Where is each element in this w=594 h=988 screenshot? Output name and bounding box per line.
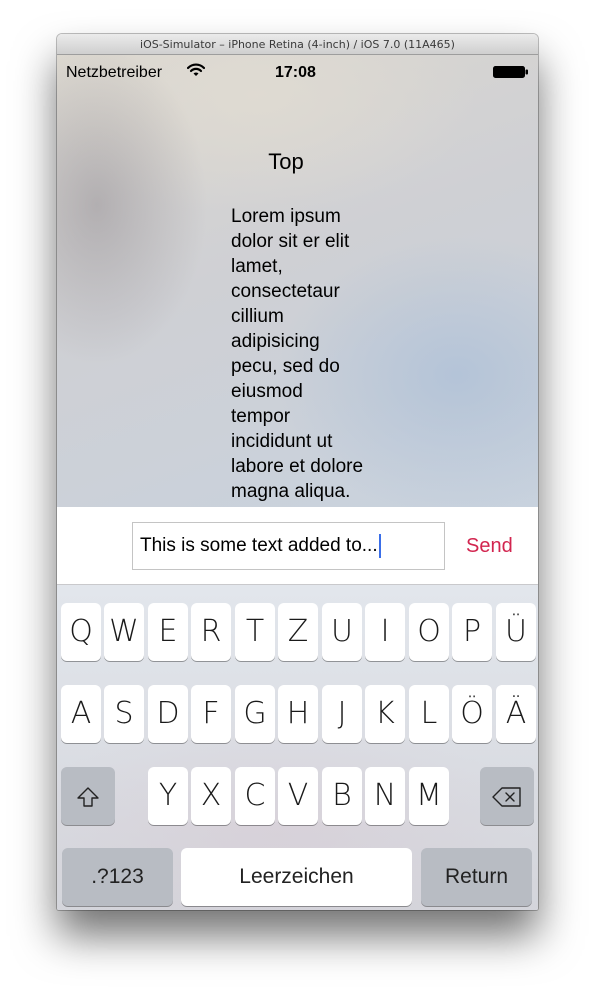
key-j[interactable]: J bbox=[322, 685, 362, 743]
key-g[interactable]: G bbox=[235, 685, 275, 743]
key-r[interactable]: R bbox=[191, 603, 231, 661]
key-k[interactable]: K bbox=[365, 685, 405, 743]
simulator-window: iOS-Simulator – iPhone Retina (4-inch) /… bbox=[57, 34, 538, 910]
key-h[interactable]: H bbox=[278, 685, 318, 743]
status-bar: Netzbetreiber 17:08 bbox=[57, 55, 538, 91]
body-line: lamet, bbox=[231, 256, 283, 277]
message-composer: This is some text added to... Send bbox=[57, 507, 538, 585]
body-line: Lorem ipsum bbox=[231, 206, 341, 227]
body-line: labore et dolore bbox=[231, 456, 364, 477]
return-key[interactable]: Return bbox=[421, 848, 532, 906]
shift-arrow-icon bbox=[77, 786, 99, 807]
key-u-umlaut[interactable]: Ü bbox=[496, 603, 536, 661]
body-line: consectetaur bbox=[231, 281, 340, 302]
key-v[interactable]: V bbox=[278, 767, 318, 825]
body-line: dolor sit er elit bbox=[231, 231, 350, 252]
window-title: iOS-Simulator – iPhone Retina (4-inch) /… bbox=[57, 34, 538, 55]
key-c[interactable]: C bbox=[235, 767, 275, 825]
key-y[interactable]: Y bbox=[148, 767, 188, 825]
battery-full-icon bbox=[493, 66, 528, 78]
backspace-icon bbox=[492, 786, 521, 807]
key-s[interactable]: S bbox=[104, 685, 144, 743]
key-d[interactable]: D bbox=[148, 685, 188, 743]
numbers-key[interactable]: .?123 bbox=[62, 848, 173, 906]
carrier-label: Netzbetreiber bbox=[66, 64, 163, 81]
message-input[interactable]: This is some text added to... bbox=[132, 522, 445, 570]
key-o-umlaut[interactable]: Ö bbox=[452, 685, 492, 743]
key-a-umlaut[interactable]: Ä bbox=[496, 685, 536, 743]
content-area: Netzbetreiber 17:08 Top Lorem ipsum dolo… bbox=[57, 55, 538, 507]
page-title: Top bbox=[268, 149, 304, 174]
message-input-text: This is some text added to... bbox=[140, 535, 378, 556]
key-u[interactable]: U bbox=[322, 603, 362, 661]
key-n[interactable]: N bbox=[365, 767, 405, 825]
body-line: incididunt ut bbox=[231, 431, 333, 452]
clock: 17:08 bbox=[275, 64, 316, 81]
wifi-icon bbox=[187, 63, 205, 76]
key-z[interactable]: Z bbox=[278, 603, 318, 661]
key-i[interactable]: I bbox=[365, 603, 405, 661]
device-screen: Netzbetreiber 17:08 Top Lorem ipsum dolo… bbox=[57, 55, 538, 910]
body-line: adipisicing bbox=[231, 331, 320, 352]
send-button[interactable]: Send bbox=[466, 522, 513, 570]
key-q[interactable]: Q bbox=[61, 603, 101, 661]
key-e[interactable]: E bbox=[148, 603, 188, 661]
body-line: cillium bbox=[231, 306, 284, 327]
keyboard: Q W E R T Z U I O P Ü A S D F G H J K L … bbox=[57, 585, 538, 910]
key-w[interactable]: W bbox=[104, 603, 144, 661]
delete-key[interactable] bbox=[480, 767, 534, 825]
key-m[interactable]: M bbox=[409, 767, 449, 825]
body-line: magna aliqua. bbox=[231, 481, 351, 502]
body-line: tempor bbox=[231, 406, 291, 427]
body-line: pecu, sed do bbox=[231, 356, 340, 377]
shift-key[interactable] bbox=[61, 767, 115, 825]
body-line: eiusmod bbox=[231, 381, 303, 402]
key-f[interactable]: F bbox=[191, 685, 231, 743]
key-l[interactable]: L bbox=[409, 685, 449, 743]
body-text: Lorem ipsum dolor sit er elit lamet, con… bbox=[231, 204, 401, 504]
key-x[interactable]: X bbox=[191, 767, 231, 825]
key-o[interactable]: O bbox=[409, 603, 449, 661]
key-p[interactable]: P bbox=[452, 603, 492, 661]
key-b[interactable]: B bbox=[322, 767, 362, 825]
space-key[interactable]: Leerzeichen bbox=[181, 848, 412, 906]
key-t[interactable]: T bbox=[235, 603, 275, 661]
key-a[interactable]: A bbox=[61, 685, 101, 743]
text-caret bbox=[378, 533, 381, 558]
